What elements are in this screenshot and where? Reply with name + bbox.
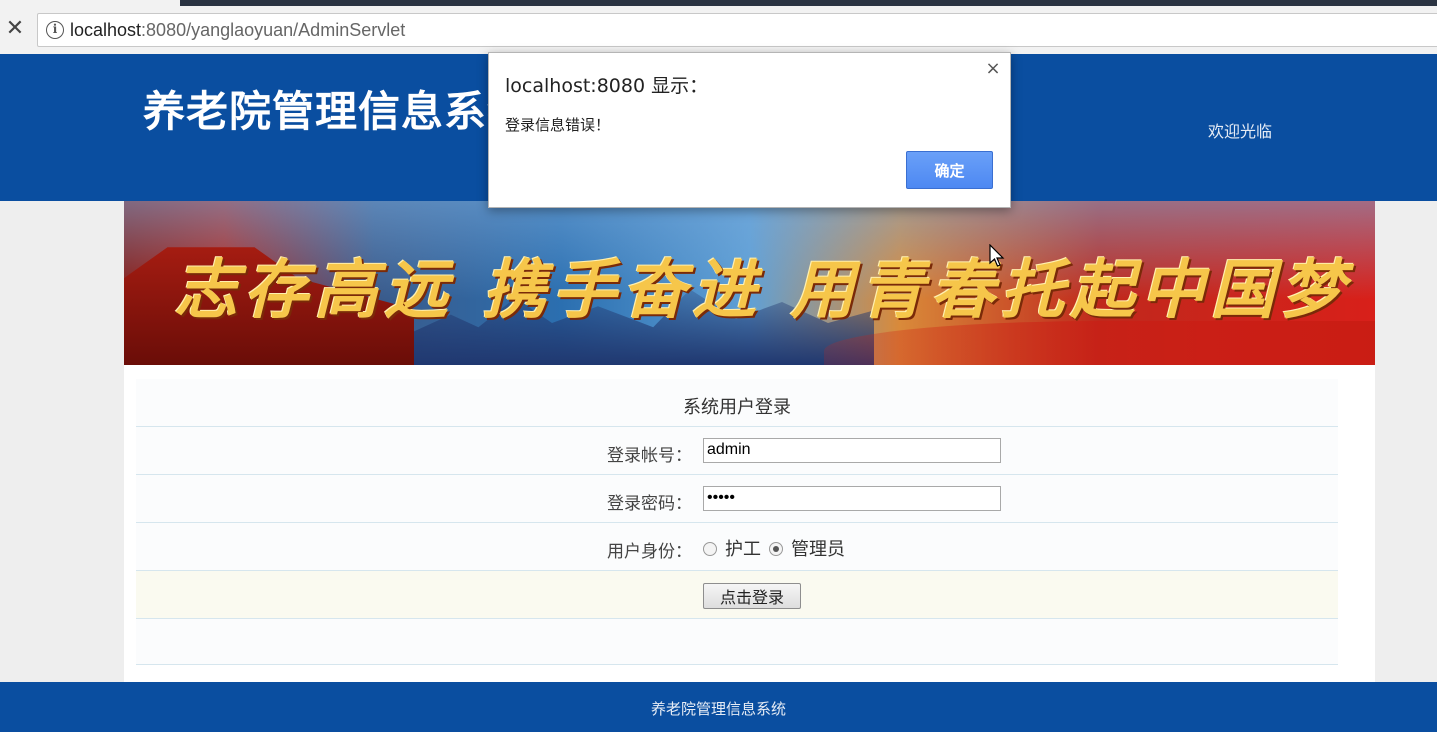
account-label: 登录帐号： xyxy=(607,446,692,466)
ok-button[interactable]: 确定 xyxy=(906,151,993,189)
banner-slogan: 志存高远 携手奋进 用青春托起中国梦 xyxy=(174,253,1351,328)
url-path: :8080/yanglaoyuan/AdminServlet xyxy=(141,20,406,40)
role-radio-group: 护工 管理员 xyxy=(703,535,853,561)
password-input[interactable]: ••••• xyxy=(703,486,1001,511)
login-button[interactable]: 点击登录 xyxy=(703,583,801,609)
banner-image: 志存高远 携手奋进 用青春托起中国梦 xyxy=(124,201,1375,365)
alert-dialog: localhost:8080 显示： × 登录信息错误！ 确定 xyxy=(488,52,1011,208)
role-label: 用户身份： xyxy=(607,542,692,562)
browser-tab-strip xyxy=(0,0,1437,8)
password-row: 登录密码： ••••• xyxy=(136,475,1338,523)
url-host: localhost xyxy=(70,20,142,40)
role-row: 用户身份： 护工 管理员 xyxy=(136,523,1338,571)
dialog-message: 登录信息错误！ xyxy=(505,116,611,134)
welcome-text: 欢迎光临 xyxy=(1208,122,1273,141)
login-panel: 系统用户登录 登录帐号： admin 登录密码： ••••• 用户身份： 护工 管… xyxy=(124,365,1375,682)
login-title: 系统用户登录 xyxy=(683,397,791,418)
url-text[interactable]: localhost:8080/yanglaoyuan/AdminServlet xyxy=(70,20,405,41)
role-radio-nurse[interactable] xyxy=(703,542,717,556)
role-radio-admin[interactable] xyxy=(769,542,783,556)
role-option-admin-label[interactable]: 管理员 xyxy=(791,539,845,560)
footer-text: 养老院管理信息系统 xyxy=(650,700,786,718)
login-form: 系统用户登录 登录帐号： admin 登录密码： ••••• 用户身份： 护工 管… xyxy=(136,379,1338,665)
address-bar[interactable]: i localhost:8080/yanglaoyuan/AdminServle… xyxy=(37,13,1437,47)
account-row: 登录帐号： admin xyxy=(136,427,1338,475)
password-label: 登录密码： xyxy=(607,494,692,514)
login-title-row: 系统用户登录 xyxy=(136,379,1338,427)
site-footer: 养老院管理信息系统 xyxy=(0,682,1437,732)
info-icon[interactable]: i xyxy=(46,21,64,39)
site-title: 养老院管理信息系统 xyxy=(143,87,531,136)
account-input[interactable]: admin xyxy=(703,438,1001,463)
empty-row xyxy=(136,619,1338,665)
role-option-nurse-label[interactable]: 护工 xyxy=(725,539,761,560)
submit-row: 点击登录 xyxy=(136,571,1338,619)
dialog-title: localhost:8080 显示： xyxy=(505,75,709,97)
tab-strip-background xyxy=(180,0,1437,6)
browser-toolbar: ✕ i localhost:8080/yanglaoyuan/AdminServ… xyxy=(0,8,1437,54)
close-icon[interactable]: × xyxy=(984,60,1002,78)
stop-loading-icon[interactable]: ✕ xyxy=(4,18,26,40)
